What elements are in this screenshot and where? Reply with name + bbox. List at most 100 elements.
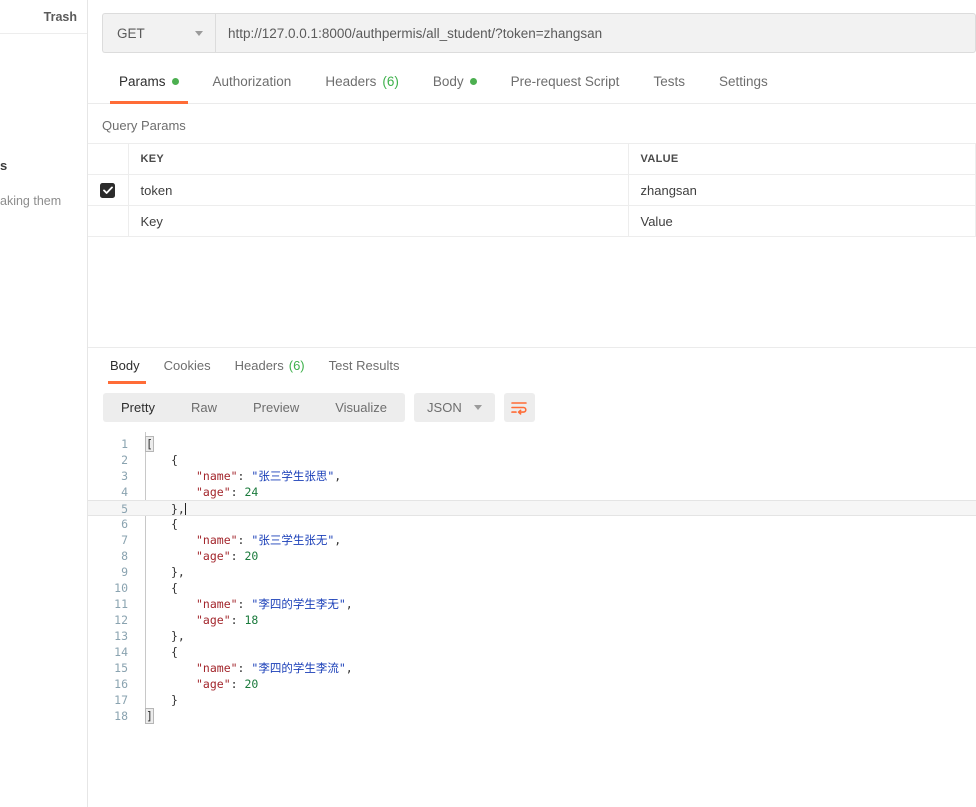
response-tab-label: Body: [110, 358, 140, 373]
new-key-input[interactable]: Key: [128, 205, 629, 237]
header-key: KEY: [128, 143, 629, 175]
code-token: },: [171, 565, 185, 579]
code-line: 5},: [88, 500, 976, 516]
code-line: 2{: [88, 452, 976, 468]
code-token: "age": [196, 549, 231, 563]
request-tab-authorization[interactable]: Authorization: [196, 60, 309, 103]
code-line-text: "age": 18: [142, 612, 258, 628]
view-mode-raw[interactable]: Raw: [173, 393, 235, 422]
request-tab-label: Headers: [325, 74, 377, 89]
code-token: "age": [196, 613, 231, 627]
line-number: 2: [121, 453, 128, 467]
code-token: :: [237, 597, 252, 611]
row-checkbox-cell[interactable]: [88, 205, 129, 237]
code-line: 17}: [88, 692, 976, 708]
line-number: 9: [121, 565, 128, 579]
code-line: 14 {: [88, 644, 976, 660]
sidebar-fragment-title: s: [0, 158, 8, 173]
request-tab-label: Params: [119, 74, 166, 89]
request-tab-tests[interactable]: Tests: [636, 60, 702, 103]
request-tab-params[interactable]: Params: [102, 60, 196, 104]
request-tabs: Params Authorization Headers (6) Body Pre-req…: [88, 60, 976, 104]
response-body-code[interactable]: 1[2{3 "name": "张三学生张思", 4 "age": 24 5}, 6{7 "n…: [88, 432, 976, 724]
table-header-row: KEY VALUE: [88, 143, 976, 175]
http-method-select[interactable]: GET: [102, 13, 215, 53]
response-format-select[interactable]: JSON: [414, 393, 495, 422]
new-value-input[interactable]: Value: [628, 205, 976, 237]
text-cursor: [184, 503, 186, 515]
row-key-cell[interactable]: token: [128, 174, 629, 206]
code-line: 12 "age": 18: [88, 612, 976, 628]
code-line-text: {: [142, 644, 178, 660]
line-number: 15: [114, 661, 128, 675]
line-number: 6: [121, 517, 128, 531]
request-tab-body[interactable]: Body: [416, 60, 494, 103]
query-params-table: KEY VALUE token zhangsan Key Value: [88, 143, 976, 237]
response-tab-cookies[interactable]: Cookies: [152, 348, 223, 383]
line-number: 4: [121, 485, 128, 499]
row-value-cell[interactable]: zhangsan: [628, 174, 976, 206]
request-tab-label: Authorization: [212, 74, 292, 89]
code-token: },: [171, 502, 185, 516]
postman-window: Trash s aking them GET http://127.0.0.1:…: [0, 0, 976, 807]
code-token: ,: [345, 597, 353, 611]
code-token: "name": [196, 661, 238, 675]
request-response-panel: GET http://127.0.0.1:8000/authpermis/all…: [88, 0, 976, 807]
code-line: 7 "name": "张三学生张无",: [88, 532, 976, 548]
code-line-text: {: [142, 452, 178, 468]
code-token: :: [237, 661, 252, 675]
modified-dot-icon: [171, 78, 179, 85]
code-line: 11 "name": "李四的学生李无",: [88, 596, 976, 612]
response-view-modes: Pretty Raw Preview Visualize: [103, 393, 406, 422]
view-mode-visualize[interactable]: Visualize: [317, 393, 405, 422]
code-token: "李四的学生李流": [251, 661, 346, 675]
response-format-label: JSON: [427, 400, 462, 415]
row-checkbox[interactable]: [100, 183, 116, 199]
wrap-lines-icon[interactable]: [503, 393, 535, 422]
code-token: :: [237, 533, 252, 547]
view-mode-pretty[interactable]: Pretty: [103, 393, 173, 422]
table-row-placeholder[interactable]: Key Value: [88, 205, 976, 237]
response-tab-label: Headers: [234, 358, 284, 373]
modified-dot-icon: [469, 78, 477, 85]
request-tab-pre-request-script[interactable]: Pre-request Script: [494, 60, 637, 103]
code-token: "age": [196, 485, 231, 499]
code-line: 9},: [88, 564, 976, 580]
request-tab-settings[interactable]: Settings: [702, 60, 785, 103]
row-checkbox-cell[interactable]: [88, 174, 129, 206]
code-line-text: }: [142, 692, 178, 708]
code-line: 4 "age": 24: [88, 484, 976, 500]
code-token: ,: [334, 533, 342, 547]
response-view-toolbar: Pretty Raw Preview Visualize JSON: [88, 383, 976, 432]
line-number: 3: [121, 469, 128, 483]
line-number: 5: [121, 502, 128, 516]
code-line-text: "age": 20: [142, 676, 258, 692]
code-token: }: [171, 693, 178, 707]
http-method-label: GET: [117, 25, 145, 41]
tab-count-badge: (6): [288, 358, 305, 373]
line-number: 10: [114, 581, 128, 595]
table-row[interactable]: token zhangsan: [88, 174, 976, 206]
view-mode-preview[interactable]: Preview: [235, 393, 317, 422]
code-line-text: "name": "张三学生张思",: [142, 468, 341, 484]
request-tab-label: Settings: [718, 74, 768, 89]
trash-label[interactable]: Trash: [44, 10, 77, 24]
response-tab-body[interactable]: Body: [102, 348, 152, 384]
code-line: 3 "name": "张三学生张思",: [88, 468, 976, 484]
response-tab-test-results[interactable]: Test Results: [317, 348, 412, 383]
code-line: 8 "age": 20: [88, 548, 976, 564]
sidebar-header: Trash: [0, 0, 87, 34]
code-token: 20: [244, 549, 259, 563]
request-tab-label: Pre-request Script: [510, 74, 620, 89]
sidebar-fragment-text: aking them: [0, 194, 62, 208]
code-token: "李四的学生李无": [251, 597, 346, 611]
tab-count-badge: (6): [382, 74, 399, 89]
line-number: 1: [121, 437, 128, 451]
code-token: "张三学生张无": [251, 533, 335, 547]
request-tab-headers[interactable]: Headers (6): [308, 60, 416, 103]
response-tab-headers[interactable]: Headers (6): [223, 348, 317, 383]
url-input[interactable]: http://127.0.0.1:8000/authpermis/all_stu…: [215, 13, 976, 53]
code-line-text: [: [142, 436, 154, 452]
code-token: :: [230, 549, 245, 563]
line-number: 7: [121, 533, 128, 547]
